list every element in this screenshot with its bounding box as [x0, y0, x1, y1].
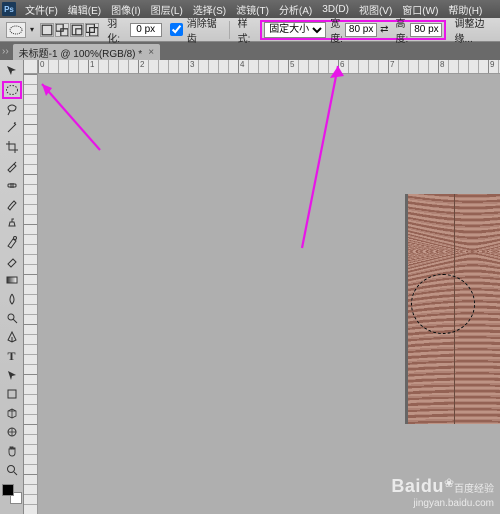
ruler-mark: 8 — [440, 60, 444, 69]
watermark-sub: 百度经验 — [454, 484, 494, 495]
path-selection-tool[interactable] — [2, 366, 22, 384]
pen-tool[interactable] — [2, 328, 22, 346]
magic-wand-tool[interactable] — [2, 119, 22, 137]
tool-preset-dropdown-icon[interactable]: ▾ — [30, 25, 37, 34]
menu-edit[interactable]: 编辑(E) — [63, 2, 106, 17]
selection-intersect-icon[interactable] — [85, 23, 99, 37]
elliptical-selection — [411, 274, 475, 334]
ruler-origin[interactable] — [24, 60, 38, 74]
watermark-brand: Baidu — [391, 476, 444, 496]
ruler-vertical[interactable] — [24, 74, 38, 514]
menu-analysis[interactable]: 分析(A) — [274, 2, 317, 17]
menu-layer[interactable]: 图层(L) — [146, 2, 188, 17]
clone-stamp-tool[interactable] — [2, 214, 22, 232]
style-label: 样式: — [238, 15, 259, 45]
menu-file[interactable]: 文件(F) — [20, 2, 63, 17]
foreground-color[interactable] — [2, 484, 14, 496]
antialias-checkbox[interactable] — [170, 23, 183, 36]
refine-edge-button[interactable]: 调整边缘... — [454, 15, 498, 45]
height-label: 高度: — [396, 15, 409, 45]
healing-brush-tool[interactable] — [2, 176, 22, 194]
lasso-tool[interactable] — [2, 100, 22, 118]
brush-tool[interactable] — [2, 195, 22, 213]
canvas-zone: 0 1 2 3 4 5 6 7 8 9 Baidu❀百度经验 jingyan.b… — [24, 60, 500, 514]
blur-tool[interactable] — [2, 290, 22, 308]
menu-view[interactable]: 视图(V) — [354, 2, 397, 17]
3d-camera-tool[interactable] — [2, 423, 22, 441]
antialias-label: 消除锯齿 — [187, 15, 223, 45]
tools-panel: T — [0, 60, 24, 514]
tool-preset[interactable] — [6, 22, 26, 38]
ruler-mark: 4 — [240, 60, 244, 69]
highlighted-size-controls: 固定大小 宽度: ⇄ 高度: — [260, 20, 446, 40]
ruler-mark: 9 — [490, 60, 494, 69]
ruler-horizontal[interactable]: 0 1 2 3 4 5 6 7 8 9 — [38, 60, 500, 74]
height-input[interactable] — [410, 23, 442, 37]
eyedropper-tool[interactable] — [2, 157, 22, 175]
close-tab-icon[interactable]: × — [148, 47, 154, 58]
ruler-mark: 3 — [190, 60, 194, 69]
feather-input[interactable] — [130, 23, 162, 37]
ruler-mark: 0 — [40, 60, 44, 69]
gradient-tool[interactable] — [2, 271, 22, 289]
workspace: T 0 1 2 3 4 5 6 7 8 9 — [0, 60, 500, 514]
style-select[interactable]: 固定大小 — [264, 22, 326, 38]
history-brush-tool[interactable] — [2, 233, 22, 251]
marquee-tool[interactable] — [2, 81, 22, 99]
ruler-mark: 1 — [90, 60, 94, 69]
watermark-url: jingyan.baidu.com — [391, 498, 494, 510]
document-tab-bar: ›› 未标题-1 @ 100%(RGB/8) * × — [0, 42, 500, 60]
ruler-mark: 7 — [390, 60, 394, 69]
document-tab[interactable]: 未标题-1 @ 100%(RGB/8) * × — [13, 44, 160, 60]
width-label: 宽度: — [330, 15, 343, 45]
separator — [229, 21, 230, 39]
ps-logo: Ps — [2, 2, 16, 16]
ruler-mark: 2 — [140, 60, 144, 69]
move-tool[interactable] — [2, 62, 22, 80]
dodge-tool[interactable] — [2, 309, 22, 327]
document-tab-title: 未标题-1 @ 100%(RGB/8) * — [19, 45, 143, 60]
feather-label: 羽化: — [107, 15, 128, 45]
shape-tool[interactable] — [2, 385, 22, 403]
tab-handle-icon[interactable]: ›› — [2, 44, 9, 60]
crop-tool[interactable] — [2, 138, 22, 156]
ruler-mark: 6 — [340, 60, 344, 69]
paw-icon: ❀ — [444, 476, 454, 490]
ruler-mark: 5 — [290, 60, 294, 69]
selection-new-icon[interactable] — [40, 23, 54, 37]
eraser-tool[interactable] — [2, 252, 22, 270]
color-swatches[interactable] — [2, 484, 22, 504]
menu-3d[interactable]: 3D(D) — [317, 4, 354, 15]
swap-wh-icon[interactable]: ⇄ — [380, 24, 388, 35]
zoom-tool[interactable] — [2, 461, 22, 479]
selection-mode-group — [40, 23, 100, 37]
width-input[interactable] — [345, 23, 377, 37]
selection-add-icon[interactable] — [55, 23, 69, 37]
hand-tool[interactable] — [2, 442, 22, 460]
3d-tool[interactable] — [2, 404, 22, 422]
watermark: Baidu❀百度经验 jingyan.baidu.com — [391, 476, 494, 510]
options-bar: ▾ 羽化: 消除锯齿 样式: 固定大小 宽度: ⇄ 高度: 调整边缘... — [0, 18, 500, 42]
selection-subtract-icon[interactable] — [70, 23, 84, 37]
canvas[interactable] — [38, 74, 500, 514]
type-tool[interactable]: T — [2, 347, 22, 365]
